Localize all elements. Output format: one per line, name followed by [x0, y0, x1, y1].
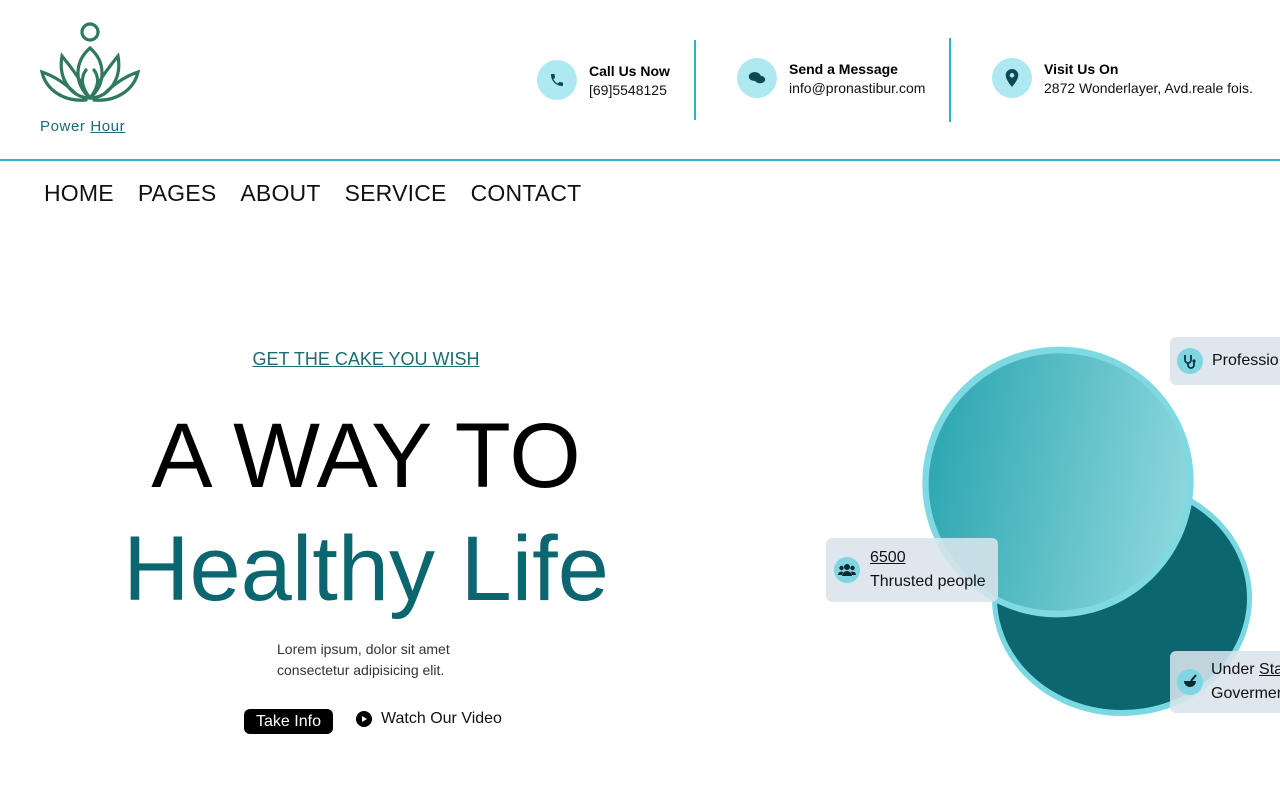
nav-contact[interactable]: CONTACT — [471, 180, 582, 207]
users-icon — [834, 557, 860, 583]
watch-video-label: Watch Our Video — [381, 710, 502, 727]
contact-message[interactable]: Send a Message info@pronastibur.com — [737, 58, 925, 98]
badge-gov-line1a: Under — [1211, 661, 1255, 678]
contact-call[interactable]: Call Us Now [69]5548125 — [537, 60, 670, 100]
badge-trusted-people: 6500 Thrusted people — [826, 538, 998, 602]
badge-gov-line1b[interactable]: Sta — [1259, 661, 1280, 678]
chat-icon — [737, 58, 777, 98]
divider — [694, 40, 696, 120]
badge-people-count[interactable]: 6500 — [870, 546, 986, 570]
contact-call-title: Call Us Now — [589, 62, 670, 79]
main-nav: HOME PAGES ABOUT SERVICE CONTACT — [44, 180, 581, 207]
play-icon — [356, 711, 372, 727]
brand-name-part2: Hour — [90, 118, 126, 135]
hero-title-line2: Healthy Life — [123, 518, 609, 620]
stethoscope-icon — [1177, 348, 1203, 374]
hero-description: Lorem ipsum, dolor sit amet consectetur … — [277, 641, 450, 678]
brand-name[interactable]: Power Hour — [40, 118, 125, 135]
site-header: Power Hour Call Us Now [69]5548125 Send … — [0, 0, 1280, 161]
divider — [949, 38, 951, 122]
mortar-pestle-icon — [1177, 669, 1203, 695]
take-info-button[interactable]: Take Info — [244, 709, 333, 734]
nav-service[interactable]: SERVICE — [345, 180, 447, 207]
lotus-icon[interactable] — [40, 18, 140, 108]
badge-government: Under Sta Govermer — [1170, 651, 1280, 713]
nav-about[interactable]: ABOUT — [240, 180, 320, 207]
contact-visit[interactable]: Visit Us On 2872 Wonderlayer, Avd.reale … — [992, 58, 1253, 98]
contact-visit-title: Visit Us On — [1044, 60, 1119, 77]
brand-name-part1: Power — [40, 118, 86, 135]
badge-professional-label: Professio — [1212, 352, 1279, 369]
badge-people-label: Thrusted people — [870, 573, 986, 590]
nav-pages[interactable]: PAGES — [138, 180, 217, 207]
phone-icon — [537, 60, 577, 100]
hero-title-line1: A WAY TO — [151, 405, 581, 507]
watch-video-button[interactable]: Watch Our Video — [356, 710, 502, 728]
location-icon — [992, 58, 1032, 98]
contact-call-value: [69]5548125 — [589, 81, 667, 98]
contact-visit-value: 2872 Wonderlayer, Avd.reale fois. — [1044, 79, 1253, 96]
nav-home[interactable]: HOME — [44, 180, 114, 207]
badge-gov-line2: Govermer — [1211, 685, 1280, 702]
contact-message-title: Send a Message — [789, 60, 898, 77]
contact-message-value: info@pronastibur.com — [789, 79, 926, 96]
badge-professional: Professio — [1170, 337, 1280, 385]
hero-tagline-link[interactable]: GET THE CAKE YOU WISH — [0, 349, 732, 370]
